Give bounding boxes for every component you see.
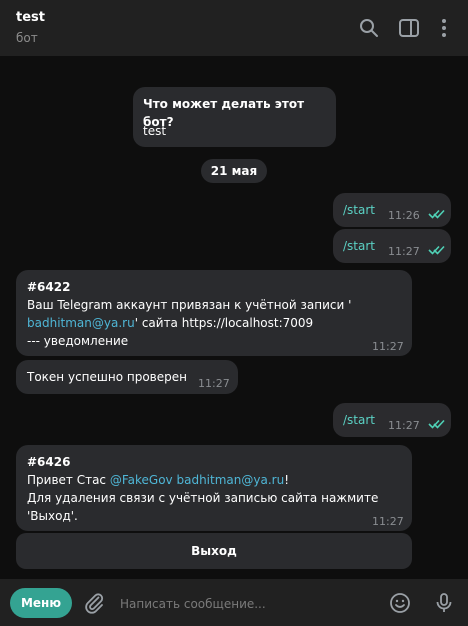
outgoing-message[interactable]: /start 11:26	[333, 193, 451, 227]
message-line: Ваш Telegram аккаунт привязан к учётной …	[27, 298, 352, 312]
message-text: Привет Стас	[27, 473, 110, 487]
message-line: Привет Стас @FakeGov badhitman@ya.ru!	[27, 471, 289, 489]
bot-menu-button[interactable]: Меню	[10, 588, 72, 618]
more-icon[interactable]	[432, 16, 456, 40]
email-link[interactable]: badhitman@ya.ru	[176, 473, 284, 487]
message-text: ' сайта https://localhost:7009	[134, 316, 314, 330]
message-id: #6426	[27, 455, 71, 469]
command-text[interactable]: /start	[343, 201, 375, 219]
message-text: Токен успешно проверен	[27, 370, 187, 384]
message-text: !	[284, 473, 289, 487]
outgoing-message[interactable]: /start 11:27	[333, 403, 451, 437]
attach-icon[interactable]	[82, 591, 106, 615]
date-separator: 21 мая	[201, 159, 267, 183]
message-time: 11:26	[388, 209, 420, 222]
message-time: 11:27	[372, 515, 404, 528]
logout-inline-button[interactable]: Выход	[16, 533, 412, 569]
outgoing-message[interactable]: /start 11:27	[333, 229, 451, 263]
search-icon[interactable]	[357, 16, 381, 40]
chat-area[interactable]: Что может делать этот бот? test 21 мая /…	[0, 56, 468, 579]
double-check-icon	[428, 208, 446, 220]
incoming-message[interactable]: #6422 Ваш Telegram аккаунт привязан к уч…	[16, 270, 412, 356]
incoming-message[interactable]: #6426 Привет Стас @FakeGov badhitman@ya.…	[16, 445, 412, 531]
chat-title[interactable]: test	[16, 10, 45, 25]
message-time: 11:27	[388, 419, 420, 432]
message-time: 11:27	[372, 340, 404, 353]
double-check-icon	[428, 418, 446, 430]
message-line: Для удаления связи с учётной записью сай…	[27, 491, 379, 505]
incoming-message[interactable]: Токен успешно проверен 11:27	[16, 360, 238, 394]
message-input[interactable]	[118, 592, 382, 616]
mention-link[interactable]: @FakeGov	[110, 473, 173, 487]
bot-intro-card: Что может делать этот бот? test	[133, 87, 336, 147]
intro-text: test	[143, 124, 167, 138]
message-line: --- уведомление	[27, 334, 129, 348]
sidebar-toggle-icon[interactable]	[397, 16, 421, 40]
message-composer: Меню	[0, 579, 468, 626]
emoji-icon[interactable]	[388, 591, 412, 615]
message-time: 11:27	[198, 377, 230, 390]
double-check-icon	[428, 244, 446, 256]
message-line: badhitman@ya.ru' сайта https://localhost…	[27, 314, 313, 332]
chat-header: test бот	[0, 0, 468, 56]
message-time: 11:27	[388, 245, 420, 258]
chat-subtitle: бот	[16, 31, 38, 45]
message-line: 'Выход'.	[27, 509, 78, 523]
email-link[interactable]: badhitman@ya.ru	[27, 316, 135, 330]
command-text[interactable]: /start	[343, 411, 375, 429]
intro-title: Что может делать этот бот?	[143, 97, 305, 129]
command-text[interactable]: /start	[343, 237, 375, 255]
mic-icon[interactable]	[432, 591, 456, 615]
message-id: #6422	[27, 280, 71, 294]
